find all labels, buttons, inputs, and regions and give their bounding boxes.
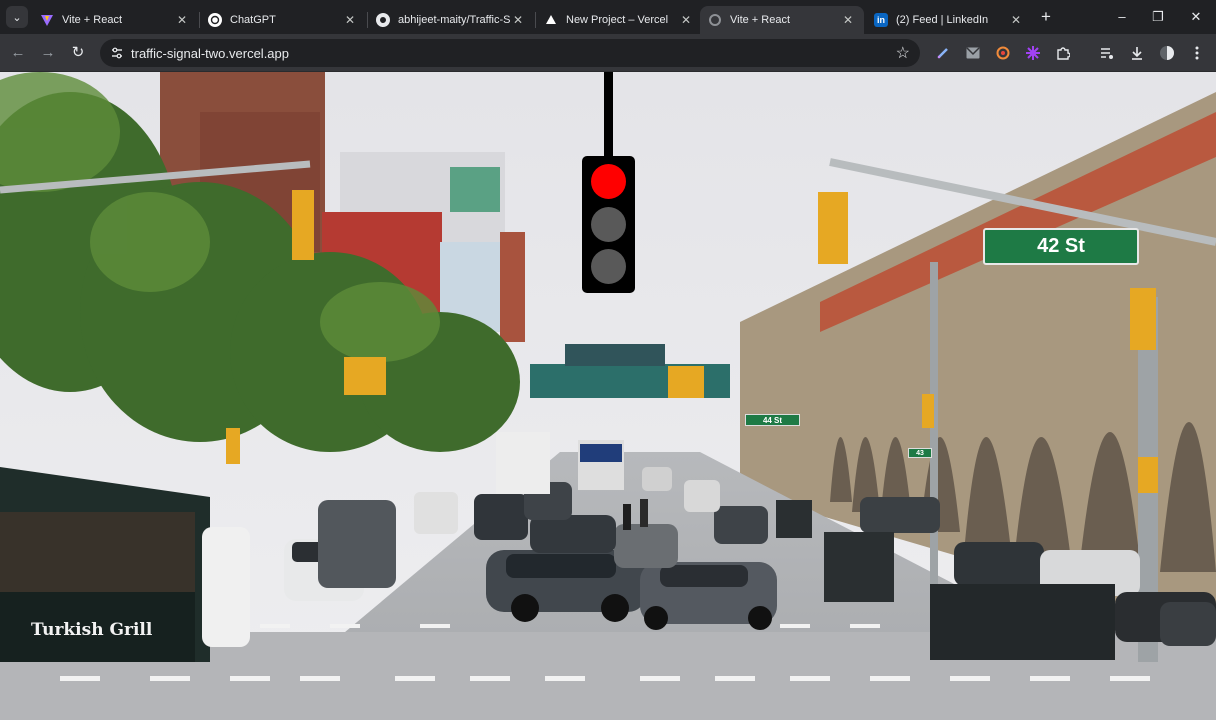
profile-icon[interactable] xyxy=(1158,44,1176,62)
vite-icon xyxy=(40,13,54,27)
tab-title: Vite + React xyxy=(62,14,123,26)
github-icon xyxy=(376,13,390,27)
window-close-button[interactable]: ✕ xyxy=(1186,8,1206,26)
gmail-icon[interactable] xyxy=(964,44,982,62)
extension-purple-icon[interactable] xyxy=(1024,44,1042,62)
new-tab-button[interactable]: + xyxy=(1036,8,1056,28)
close-icon[interactable]: ✕ xyxy=(342,13,358,27)
address-bar[interactable]: traffic-signal-two.vercel.app ☆ xyxy=(100,39,920,67)
traffic-light xyxy=(582,156,635,293)
linkedin-icon: in xyxy=(874,13,888,27)
close-icon[interactable]: ✕ xyxy=(174,13,190,27)
street-sign-42: 42 St xyxy=(983,228,1139,265)
close-icon[interactable]: ✕ xyxy=(510,13,526,27)
chevron-down-icon: ⌄ xyxy=(12,11,22,24)
tab-vite-react-active[interactable]: Vite + React ✕ xyxy=(700,6,864,34)
url-text: traffic-signal-two.vercel.app xyxy=(131,46,289,61)
tab-title: ChatGPT xyxy=(230,14,276,26)
tab-linkedin[interactable]: in (2) Feed | LinkedIn ✕ xyxy=(866,6,1032,34)
minimize-button[interactable]: – xyxy=(1112,8,1132,26)
tab-vite-react-1[interactable]: Vite + React ✕ xyxy=(32,6,198,34)
traffic-light-pole xyxy=(604,72,613,156)
reload-button[interactable]: ↻ xyxy=(68,43,88,63)
chatgpt-icon xyxy=(208,13,222,27)
tab-vercel[interactable]: New Project – Vercel ✕ xyxy=(536,6,702,34)
tab-strip: ⌄ Vite + React ✕ ChatGPT ✕ abhijeet-mait… xyxy=(0,0,1216,34)
bookmark-star-icon[interactable]: ☆ xyxy=(896,43,910,63)
extension-red-icon[interactable] xyxy=(994,44,1012,62)
pen-icon[interactable] xyxy=(934,44,952,62)
forward-button[interactable]: → xyxy=(38,43,58,63)
red-light xyxy=(591,164,626,199)
download-icon[interactable] xyxy=(1128,44,1146,62)
browser-toolbar: ← → ↻ traffic-signal-two.vercel.app ☆ xyxy=(0,34,1216,72)
menu-icon[interactable] xyxy=(1188,44,1206,62)
back-button[interactable]: ← xyxy=(8,43,28,63)
tab-github[interactable]: abhijeet-maity/Traffic-Si ✕ xyxy=(368,6,534,34)
vercel-icon xyxy=(544,13,558,27)
kiosk-sign: Turkish Grill xyxy=(31,620,153,640)
restore-button[interactable]: ❐ xyxy=(1148,8,1168,26)
tab-chatgpt[interactable]: ChatGPT ✕ xyxy=(200,6,366,34)
tab-title: New Project – Vercel xyxy=(566,14,669,26)
close-icon[interactable]: ✕ xyxy=(1008,13,1024,27)
street-sign-43: 43 xyxy=(908,448,932,458)
tab-search-button[interactable]: ⌄ xyxy=(6,6,28,28)
street-sign-44: 44 St xyxy=(745,414,800,426)
tab-title: abhijeet-maity/Traffic-Si xyxy=(398,14,510,26)
page-viewport: 42 St 44 St 43 Turkish Grill xyxy=(0,72,1216,720)
tab-title: Vite + React xyxy=(730,14,791,26)
close-icon[interactable]: ✕ xyxy=(678,13,694,27)
tab-title: (2) Feed | LinkedIn xyxy=(896,14,989,26)
green-light xyxy=(591,249,626,284)
tune-icon[interactable] xyxy=(110,46,124,60)
yellow-light xyxy=(591,207,626,242)
loading-icon xyxy=(708,13,722,27)
media-icon[interactable] xyxy=(1098,44,1116,62)
puzzle-icon[interactable] xyxy=(1054,44,1072,62)
close-icon[interactable]: ✕ xyxy=(840,13,856,27)
